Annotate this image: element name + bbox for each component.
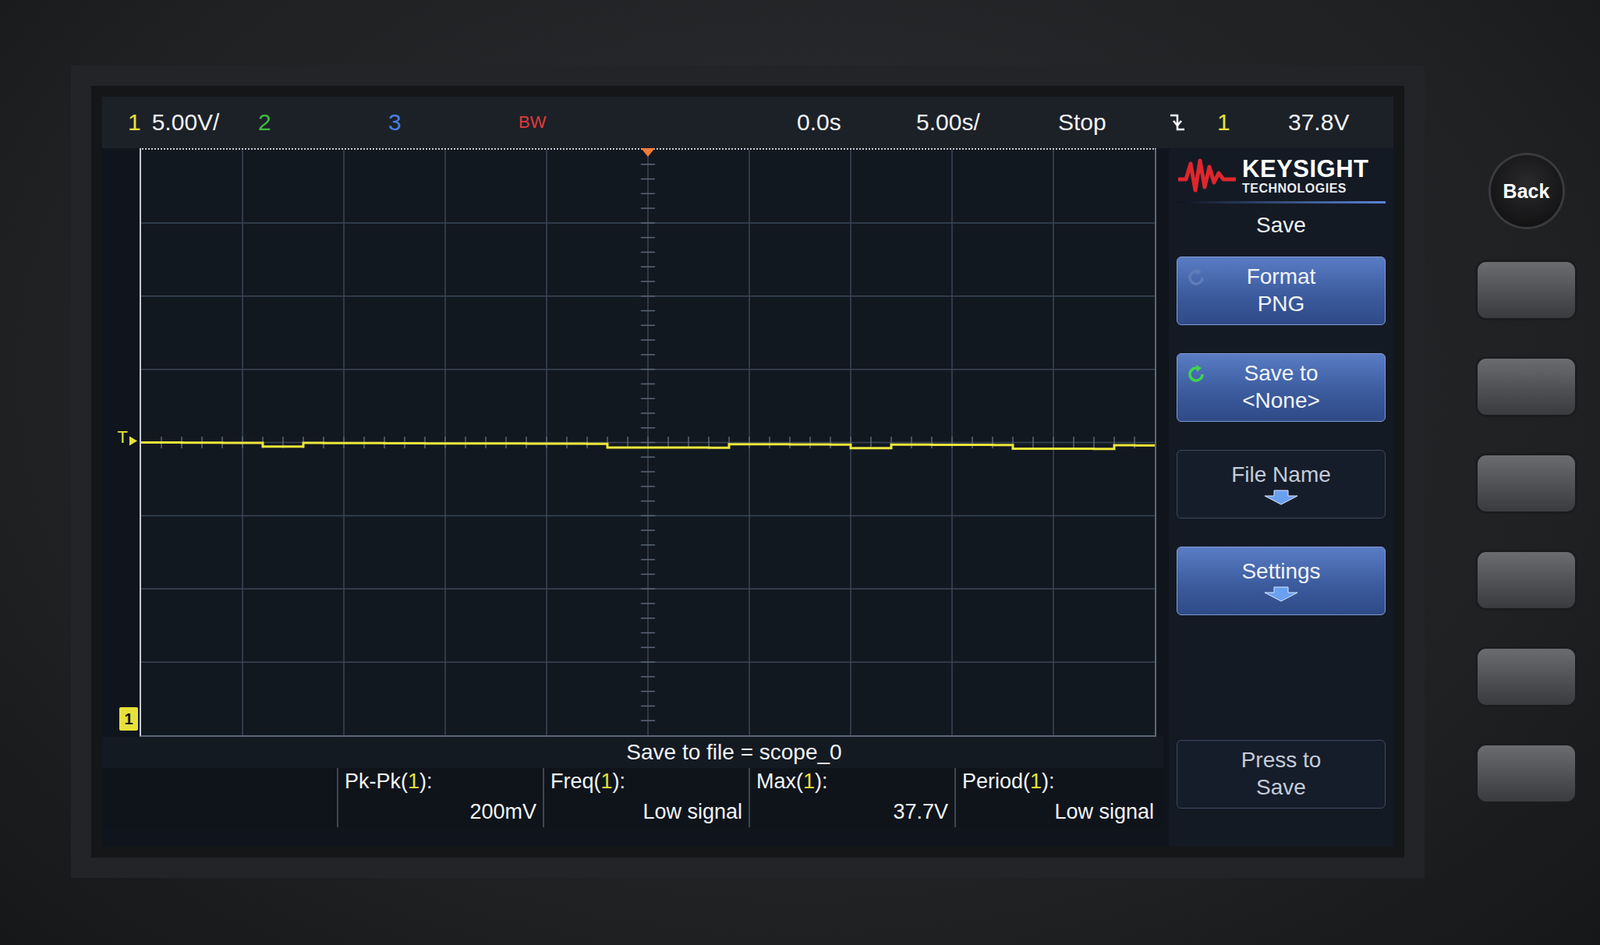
trigger-level: 37.8V [1288,109,1394,136]
measurement-value: Low signal [962,800,1154,825]
keysight-logo: KEYSIGHTTECHNOLOGIES [1176,151,1386,200]
softkey[interactable]: FormatPNG [1176,256,1386,326]
measurement[interactable]: Period(1): Low signal [954,768,1161,828]
wave-logo-icon [1176,155,1238,195]
measurement-value: 200mV [344,800,537,825]
marker-gutter: T1 [102,148,140,737]
measurement-label: Max(1): [756,769,949,794]
timebase: 5.00s/ [916,109,1059,136]
measurement-bar: Pk-Pk(1): 200mV Freq(1): Low signal Max(1): 3… [102,768,1164,828]
softkey[interactable]: Settings [1176,546,1386,616]
channel-indicator[interactable]: 2 [258,109,389,136]
measurement-value: Low signal [550,800,743,825]
trigger-source: 1 [1217,109,1289,136]
arrow-right-icon [128,435,139,447]
display: 15.00V/23BW0.0s5.00s/Stop137.8VT1Save to… [102,96,1394,847]
trigger-level-marker[interactable]: T [117,428,139,447]
horizontal-delay: 0.0s [796,109,917,136]
softkey-button[interactable] [1475,356,1578,418]
down-arrow-icon [1263,586,1300,602]
channel-scale: 5.00V/ [152,109,220,136]
status-bar: 15.00V/23BW0.0s5.00s/Stop137.8V [102,96,1394,149]
waveform-trace [141,442,1155,450]
cycle-arrow-icon [1185,363,1208,386]
channel-number: 2 [258,109,272,136]
oscilloscope: 15.00V/23BW0.0s5.00s/Stop137.8VT1Save to… [0,0,1600,945]
softkey-button[interactable] [1475,453,1578,514]
softkey-button[interactable] [1475,259,1578,321]
save-status: Save to file = scope_0 [102,736,1164,769]
measurement-label: Pk-Pk(1): [344,769,537,794]
falling-edge-icon [1168,110,1186,135]
menu-title: Save [1176,208,1386,243]
measurement[interactable]: Pk-Pk(1): 200mV [336,768,543,828]
softkey-menu: KEYSIGHTTECHNOLOGIES Save FormatPNG Save to… [1168,148,1394,847]
softkey[interactable]: Save to<None> [1176,353,1386,422]
measurement[interactable]: Freq(1): Low signal [542,768,749,828]
softkey[interactable]: File Name [1176,449,1386,519]
channel-number: 3 [388,109,402,136]
hardware-buttons: Back [1473,96,1579,945]
channel-indicator[interactable]: 3 [388,109,519,136]
time-reference-icon [640,148,655,158]
graticule-grid [141,149,1155,736]
softkey-button[interactable] [1475,646,1578,708]
measurement-label: Period(1): [962,769,1154,794]
waveform-graticule [139,148,1157,737]
softkey[interactable]: Press toSave [1176,739,1386,809]
measurement-value: 37.7V [756,800,949,825]
back-button[interactable]: Back [1490,155,1563,227]
trigger-edge-icon [1168,110,1218,135]
run-state: Stop [1058,109,1169,136]
softkey-button[interactable] [1475,549,1578,611]
ground-marker[interactable]: 1 [119,707,139,731]
cycle-arrow-icon [1185,266,1208,289]
channel-indicator[interactable]: 1 5.00V/ [127,109,259,136]
down-arrow-icon [1263,489,1300,506]
softkey-button[interactable] [1475,743,1578,804]
softkey [1176,643,1386,712]
measurement-label: Freq(1): [550,769,743,794]
bandwidth-limit: BW [518,112,797,133]
channel-number: 1 [127,109,142,136]
measurement[interactable]: Max(1): 37.7V [748,768,955,828]
